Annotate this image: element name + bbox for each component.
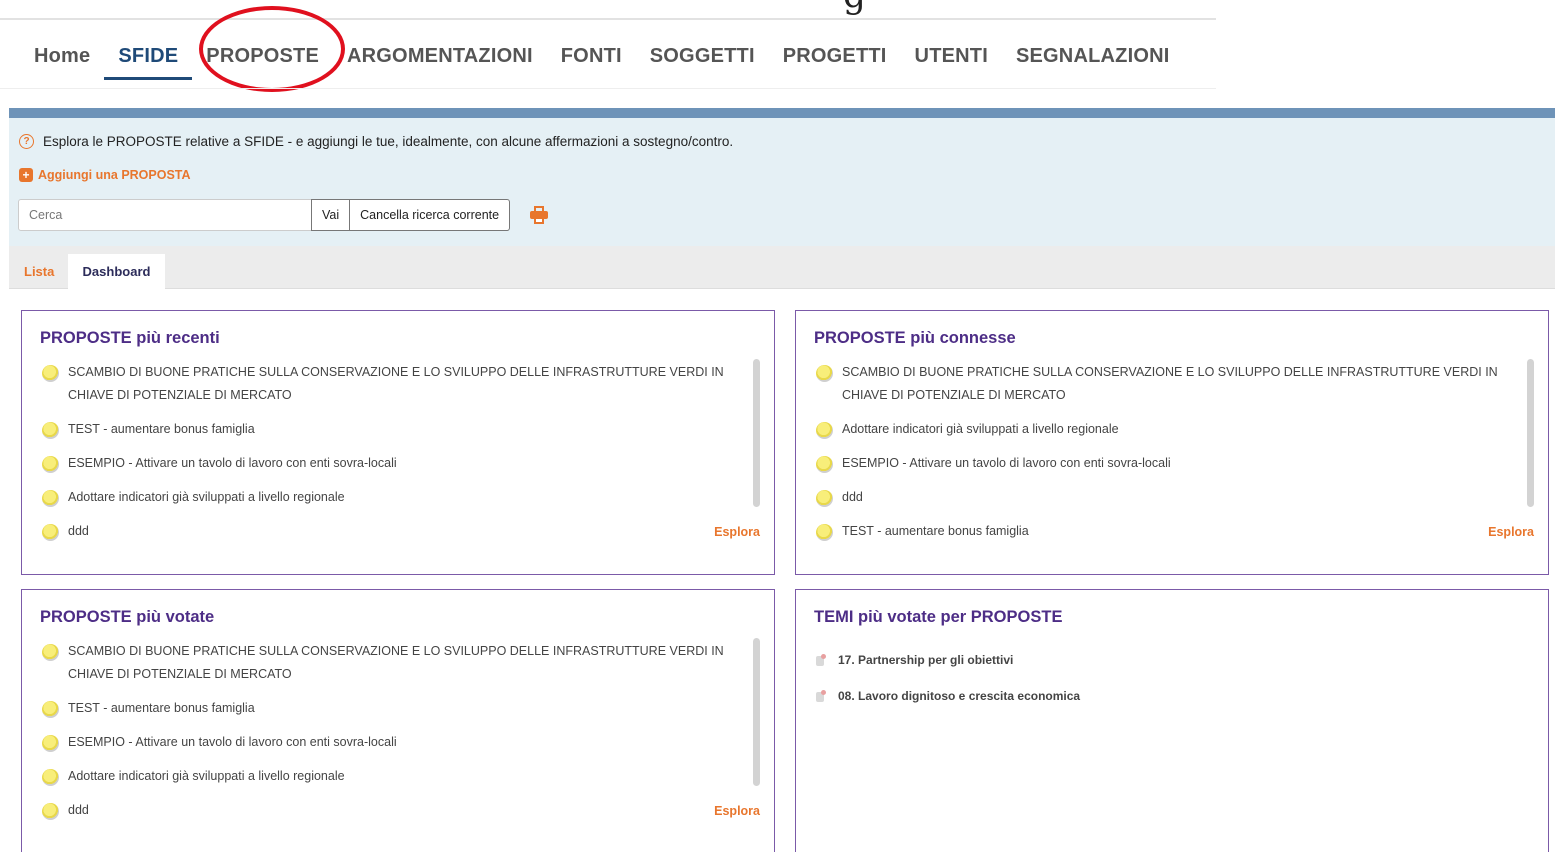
theme-list: 17. Partnership per gli obiettivi 08. La… [816,653,1516,725]
list-item[interactable]: SCAMBIO DI BUONE PRATICHE SULLA CONSERVA… [42,361,742,407]
info-line: ? Esplora le PROPOSTE relative a SFIDE -… [19,134,733,149]
lightbulb-icon [42,735,59,752]
add-proposta-link[interactable]: + Aggiungi una PROPOSTA [19,168,191,182]
nav-segnalazioni[interactable]: SEGNALAZIONI [1002,45,1184,80]
list-item[interactable]: 08. Lavoro dignitoso e crescita economic… [816,689,1516,703]
lightbulb-icon [816,365,833,382]
header-blue-bar [9,108,1555,118]
scrollbar[interactable] [753,638,760,786]
card-voted-proposals: PROPOSTE più votate SCAMBIO DI BUONE PRA… [21,589,775,852]
lightbulb-icon [42,524,59,541]
list-item[interactable]: 17. Partnership per gli obiettivi [816,653,1516,667]
list-item[interactable]: TEST - aumentare bonus famiglia [816,520,1516,543]
list-item[interactable]: ddd [816,486,1516,509]
lightbulb-icon [42,422,59,439]
list-item[interactable]: ESEMPIO - Attivare un tavolo di lavoro c… [816,452,1516,475]
add-proposta-label: Aggiungi una PROPOSTA [38,168,191,182]
proposal-list: SCAMBIO DI BUONE PRATICHE SULLA CONSERVA… [42,361,742,554]
lightbulb-icon [816,422,833,439]
proposal-list: SCAMBIO DI BUONE PRATICHE SULLA CONSERVA… [42,640,742,833]
question-circle-icon[interactable]: ? [19,134,34,149]
proposal-list: SCAMBIO DI BUONE PRATICHE SULLA CONSERVA… [816,361,1516,554]
card-recent-proposals: PROPOSTE più recenti SCAMBIO DI BUONE PR… [21,310,775,575]
lightbulb-icon [816,524,833,541]
card-top-themes: TEMI più votate per PROPOSTE 17. Partner… [795,589,1549,852]
card-title: PROPOSTE più votate [40,608,215,626]
nav-progetti[interactable]: PROGETTI [769,45,901,80]
list-item[interactable]: Adottare indicatori già sviluppati a liv… [42,765,742,788]
list-item[interactable]: SCAMBIO DI BUONE PRATICHE SULLA CONSERVA… [42,640,742,686]
nav-home[interactable]: Home [20,45,104,80]
list-item[interactable]: ESEMPIO - Attivare un tavolo di lavoro c… [42,731,742,754]
scrollbar[interactable] [753,359,760,507]
plus-icon: + [19,168,33,182]
lightbulb-icon [42,644,59,661]
top-cropped-glyph: g [843,0,866,14]
nav-argomentazioni[interactable]: ARGOMENTAZIONI [333,45,547,80]
nav-divider [0,88,1216,89]
list-item[interactable]: TEST - aumentare bonus famiglia [42,697,742,720]
explore-link[interactable]: Esplora [1488,525,1534,539]
explore-link[interactable]: Esplora [714,804,760,818]
main-nav: Home SFIDE PROPOSTE ARGOMENTAZIONI FONTI… [20,36,1183,80]
tab-lista[interactable]: Lista [9,254,69,289]
tab-dashboard[interactable]: Dashboard [68,254,165,289]
list-item[interactable]: ddd [42,799,742,822]
lightbulb-icon [42,701,59,718]
card-title: PROPOSTE più recenti [40,329,220,347]
search-go-button[interactable]: Vai [311,199,351,231]
search-row: Vai Cancella ricerca corrente [18,199,549,231]
card-title: PROPOSTE più connesse [814,329,1016,347]
lightbulb-icon [816,490,833,507]
info-text: Esplora le PROPOSTE relative a SFIDE - e… [43,134,734,149]
explore-link[interactable]: Esplora [714,525,760,539]
lightbulb-icon [42,456,59,473]
list-item[interactable]: ddd [42,520,742,543]
lightbulb-icon [42,490,59,507]
scrollbar[interactable] [1527,359,1534,507]
list-item[interactable]: SCAMBIO DI BUONE PRATICHE SULLA CONSERVA… [816,361,1516,407]
lightbulb-icon [816,456,833,473]
nav-sfide[interactable]: SFIDE [104,45,193,80]
card-connected-proposals: PROPOSTE più connesse SCAMBIO DI BUONE P… [795,310,1549,575]
list-item[interactable]: Adottare indicatori già sviluppati a liv… [816,418,1516,441]
lightbulb-icon [42,365,59,382]
list-item[interactable]: Adottare indicatori già sviluppati a liv… [42,486,742,509]
search-input[interactable] [18,199,312,231]
info-panel: ? Esplora le PROPOSTE relative a SFIDE -… [9,118,1555,246]
nav-fonti[interactable]: FONTI [547,45,636,80]
list-item[interactable]: ESEMPIO - Attivare un tavolo di lavoro c… [42,452,742,475]
card-title: TEMI più votate per PROPOSTE [814,608,1063,626]
lightbulb-icon [42,769,59,786]
view-tabs: Lista Dashboard [9,246,1555,289]
theme-tag-icon [816,689,827,703]
list-item[interactable]: TEST - aumentare bonus famiglia [42,418,742,441]
theme-tag-icon [816,653,827,667]
printer-icon[interactable] [530,206,549,224]
nav-proposte[interactable]: PROPOSTE [192,45,333,80]
nav-soggetti[interactable]: SOGGETTI [636,45,769,80]
clear-search-button[interactable]: Cancella ricerca corrente [349,199,511,231]
lightbulb-icon [42,803,59,820]
top-divider [0,18,1216,20]
nav-utenti[interactable]: UTENTI [901,45,1002,80]
